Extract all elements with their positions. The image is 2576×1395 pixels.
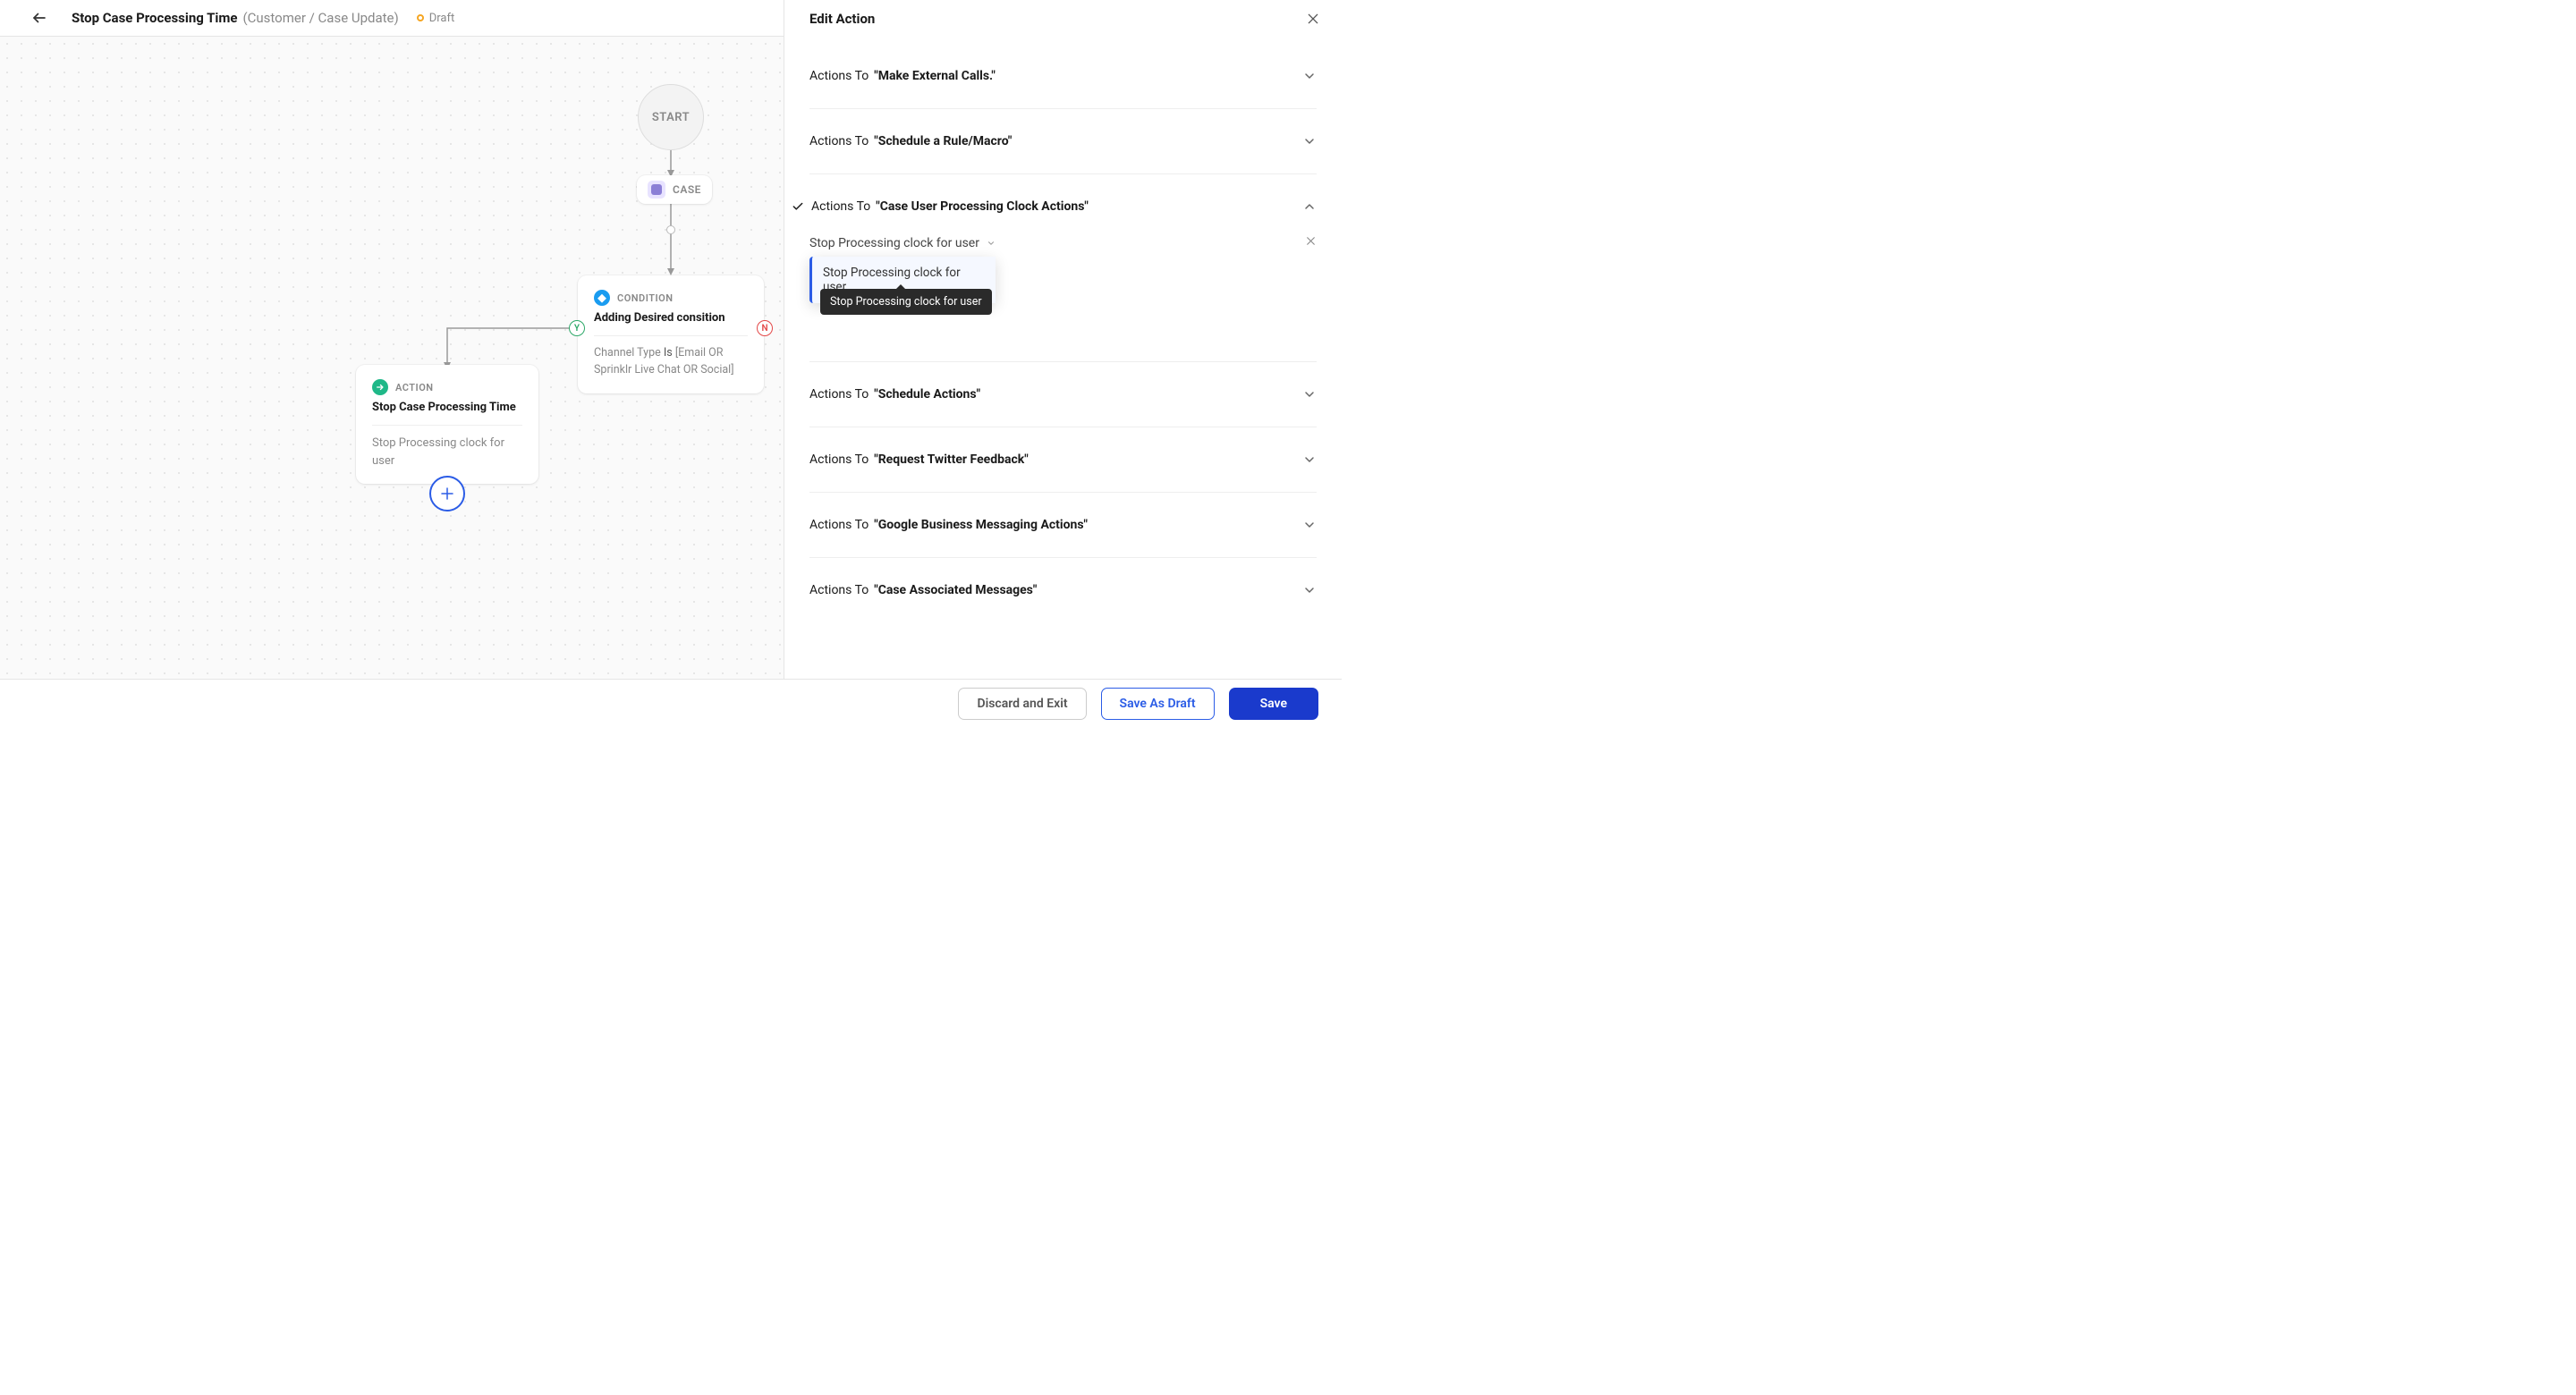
draft-dot-icon [417,14,424,21]
action-category-name: "Request Twitter Feedback" [874,452,1028,467]
case-icon [648,181,665,199]
action-category-row: Actions To "Make External Calls." [809,37,1317,109]
case-label: CASE [673,183,701,196]
chevron-down-icon [1302,134,1317,148]
divider [594,335,748,336]
condition-icon [590,286,613,309]
action-category-row: Actions To "Schedule a Rule/Macro" [809,109,1317,174]
connector-line [669,150,673,177]
action-node[interactable]: ACTION Stop Case Processing Time Stop Pr… [356,365,538,484]
action-select[interactable]: Stop Processing clock for user [809,232,1317,254]
footer-actions: Discard and Exit Save As Draft Save [0,679,1342,727]
chevron-up-icon [1302,199,1317,214]
actions-to-prefix: Actions To [809,583,869,597]
edit-action-panel: Actions To "Make External Calls." Action… [784,37,1342,679]
case-node[interactable]: CASE [637,175,712,204]
chevron-down-icon [1302,518,1317,532]
arrow-left-icon [31,10,47,26]
action-category-row: Actions To "Google Business Messaging Ac… [809,493,1317,558]
check-icon [792,200,804,213]
action-title: Stop Case Processing Time [372,401,522,414]
start-node[interactable]: START [638,84,704,150]
tooltip: Stop Processing clock for user [820,289,992,315]
actions-to-prefix: Actions To [809,134,869,148]
discard-button[interactable]: Discard and Exit [958,688,1086,720]
condition-type-label: CONDITION [617,292,674,304]
action-category-row: Actions To "Schedule Actions" [809,362,1317,427]
panel-title: Edit Action [809,11,875,27]
page-subtitle: (Customer / Case Update) [243,10,399,26]
panel-body: Actions To "Make External Calls." Action… [784,37,1342,679]
action-description: Stop Processing clock for user [372,435,522,469]
flow-canvas[interactable]: START CASE CONDITION Adding Desired cons… [0,37,784,679]
draft-badge: Draft [417,12,455,25]
chevron-down-icon [1302,387,1317,402]
action-category-toggle[interactable]: Actions To "Case User Processing Clock A… [809,199,1317,214]
action-category-toggle[interactable]: Actions To "Make External Calls." [809,69,1317,83]
action-category-name: "Case Associated Messages" [874,583,1037,597]
actions-to-prefix: Actions To [809,452,869,467]
chevron-down-icon [1302,69,1317,83]
chevron-down-icon [1302,583,1317,597]
no-badge: N [757,320,773,336]
chevron-down-icon [987,239,996,248]
action-category-toggle[interactable]: Actions To "Case Associated Messages" [809,583,1317,597]
page-title: Stop Case Processing Time [72,10,238,26]
actions-to-prefix: Actions To [811,199,870,214]
action-category-toggle[interactable]: Actions To "Schedule Actions" [809,387,1317,402]
start-label: START [652,111,690,124]
action-icon [372,379,388,395]
actions-to-prefix: Actions To [809,518,869,532]
condition-title: Adding Desired consition [594,311,748,325]
draft-label: Draft [429,12,455,25]
save-draft-button[interactable]: Save As Draft [1101,688,1215,720]
action-category-name: "Schedule Actions" [874,387,980,402]
save-button[interactable]: Save [1229,688,1318,720]
plus-icon [439,486,455,502]
add-node-button[interactable] [429,476,465,512]
panel-header: Edit Action [784,0,1342,37]
action-category-row: Actions To "Request Twitter Feedback" [809,427,1317,493]
action-category-name: "Google Business Messaging Actions" [874,518,1088,532]
condition-description: Channel Type Is [Email OR Sprinklr Live … [594,345,748,379]
connector-dot [666,225,675,234]
action-category-toggle[interactable]: Actions To "Request Twitter Feedback" [809,452,1317,467]
close-button[interactable] [1306,12,1320,26]
action-category-name: "Make External Calls." [874,69,996,83]
action-category-name: "Case User Processing Clock Actions" [876,199,1089,214]
clear-select-button[interactable] [1305,235,1317,250]
connector-line [669,202,673,275]
action-category-row-expanded: Actions To "Case User Processing Clock A… [809,174,1317,362]
condition-node[interactable]: CONDITION Adding Desired consition Chann… [578,275,764,393]
divider [372,425,522,426]
action-category-row: Actions To "Case Associated Messages" [809,558,1317,622]
actions-to-prefix: Actions To [809,69,869,83]
yes-badge: Y [569,320,585,336]
action-category-toggle[interactable]: Actions To "Schedule a Rule/Macro" [809,134,1317,148]
actions-to-prefix: Actions To [809,387,869,402]
close-icon [1306,12,1320,26]
back-button[interactable] [29,7,50,29]
chevron-down-icon [1302,452,1317,467]
action-category-toggle[interactable]: Actions To "Google Business Messaging Ac… [809,518,1317,532]
select-value-text: Stop Processing clock for user [809,236,979,250]
action-category-name: "Schedule a Rule/Macro" [874,134,1012,148]
action-type-label: ACTION [395,382,434,393]
close-icon [1305,235,1317,247]
